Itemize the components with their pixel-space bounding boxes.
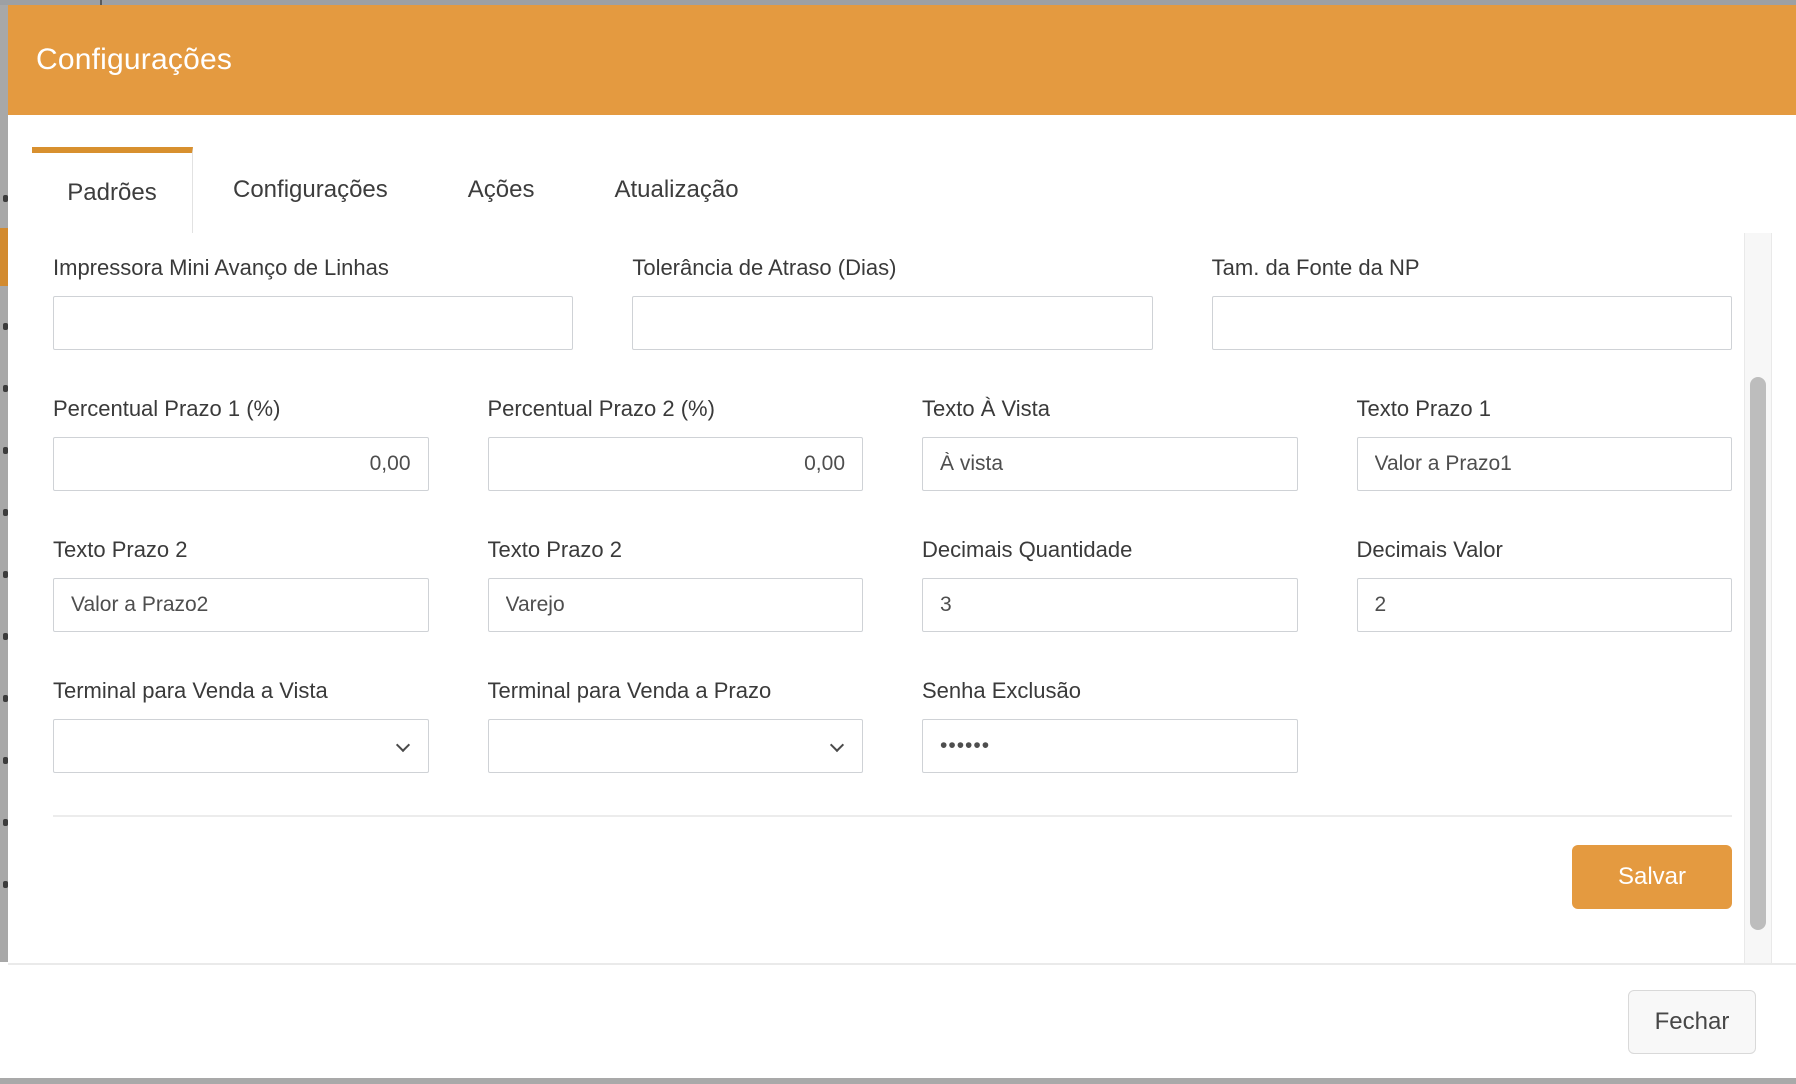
field-label: Percentual Prazo 2 (%)	[488, 396, 864, 422]
field-senha-exclusao: Senha Exclusão	[922, 678, 1298, 773]
tab-acoes[interactable]: Ações	[428, 147, 575, 233]
tab-bar: Padrões Configurações Ações Atualização	[8, 147, 1796, 233]
form-row: Impressora Mini Avanço de Linhas Tolerân…	[53, 255, 1732, 350]
empty-cell	[1357, 678, 1733, 773]
field-label: Texto Prazo 1	[1357, 396, 1733, 422]
terminal-venda-prazo-select[interactable]	[488, 719, 864, 773]
close-button[interactable]: Fechar	[1628, 990, 1756, 1054]
form-divider	[53, 815, 1732, 817]
texto-prazo-2-input[interactable]	[53, 578, 429, 632]
field-label: Decimais Valor	[1357, 537, 1733, 563]
chevron-down-icon	[395, 738, 409, 752]
terminal-venda-vista-select[interactable]	[53, 719, 429, 773]
chevron-down-icon	[830, 738, 844, 752]
field-impressora-mini-avanco: Impressora Mini Avanço de Linhas	[53, 255, 573, 350]
field-label: Senha Exclusão	[922, 678, 1298, 704]
field-texto-a-vista: Texto À Vista	[922, 396, 1298, 491]
tab-label: Configurações	[233, 176, 388, 204]
field-label: Tam. da Fonte da NP	[1212, 255, 1732, 281]
field-terminal-venda-vista: Terminal para Venda a Vista	[53, 678, 429, 773]
scrollbar-thumb[interactable]	[1750, 377, 1766, 930]
field-label: Impressora Mini Avanço de Linhas	[53, 255, 573, 281]
background-page-bottom-edge	[0, 1078, 1796, 1084]
settings-form: Impressora Mini Avanço de Linhas Tolerân…	[8, 255, 1796, 909]
dialog-title: Configurações	[36, 43, 232, 77]
dialog-footer: Fechar	[8, 963, 1796, 1078]
field-label: Percentual Prazo 1 (%)	[53, 396, 429, 422]
texto-a-vista-input[interactable]	[922, 437, 1298, 491]
save-row: Salvar	[53, 845, 1732, 909]
tam-fonte-np-input[interactable]	[1212, 296, 1732, 350]
field-tolerancia-atraso: Tolerância de Atraso (Dias)	[632, 255, 1152, 350]
field-label: Decimais Quantidade	[922, 537, 1298, 563]
field-decimais-valor: Decimais Valor	[1357, 537, 1733, 632]
tolerancia-atraso-input[interactable]	[632, 296, 1152, 350]
settings-dialog: Configurações Padrões Configurações Açõe…	[8, 5, 1796, 1078]
field-label: Tolerância de Atraso (Dias)	[632, 255, 1152, 281]
field-label: Terminal para Venda a Prazo	[488, 678, 864, 704]
form-row: Percentual Prazo 1 (%) Percentual Prazo …	[53, 396, 1732, 491]
scrollbar-track[interactable]	[1744, 233, 1772, 963]
percentual-prazo-1-input[interactable]	[53, 437, 429, 491]
field-terminal-venda-prazo: Terminal para Venda a Prazo	[488, 678, 864, 773]
field-label: Texto Prazo 2	[53, 537, 429, 563]
tab-label: Atualização	[614, 176, 738, 204]
decimais-quantidade-input[interactable]	[922, 578, 1298, 632]
field-texto-prazo-1: Texto Prazo 1	[1357, 396, 1733, 491]
senha-exclusao-input[interactable]	[922, 719, 1298, 773]
background-page-fragment	[0, 228, 8, 286]
form-row: Terminal para Venda a Vista Terminal par…	[53, 678, 1732, 773]
field-texto-prazo-2: Texto Prazo 2	[53, 537, 429, 632]
texto-prazo-2-varejo-input[interactable]	[488, 578, 864, 632]
field-texto-prazo-2-varejo: Texto Prazo 2	[488, 537, 864, 632]
dialog-header: Configurações	[8, 5, 1796, 115]
field-label: Texto Prazo 2	[488, 537, 864, 563]
impressora-mini-avanco-input[interactable]	[53, 296, 573, 350]
field-decimais-quantidade: Decimais Quantidade	[922, 537, 1298, 632]
tab-configuracoes[interactable]: Configurações	[193, 147, 428, 233]
save-button[interactable]: Salvar	[1572, 845, 1732, 909]
texto-prazo-1-input[interactable]	[1357, 437, 1733, 491]
field-label: Texto À Vista	[922, 396, 1298, 422]
percentual-prazo-2-input[interactable]	[488, 437, 864, 491]
tab-atualizacao[interactable]: Atualização	[574, 147, 778, 233]
field-tam-fonte-np: Tam. da Fonte da NP	[1212, 255, 1732, 350]
decimais-valor-input[interactable]	[1357, 578, 1733, 632]
field-percentual-prazo-2: Percentual Prazo 2 (%)	[488, 396, 864, 491]
field-percentual-prazo-1: Percentual Prazo 1 (%)	[53, 396, 429, 491]
form-row: Texto Prazo 2 Texto Prazo 2 Decimais Qua…	[53, 537, 1732, 632]
background-page-left-edge	[0, 5, 8, 962]
field-label: Terminal para Venda a Vista	[53, 678, 429, 704]
tab-label: Ações	[468, 176, 535, 204]
tab-padroes[interactable]: Padrões	[32, 147, 193, 233]
tab-label: Padrões	[67, 179, 156, 207]
